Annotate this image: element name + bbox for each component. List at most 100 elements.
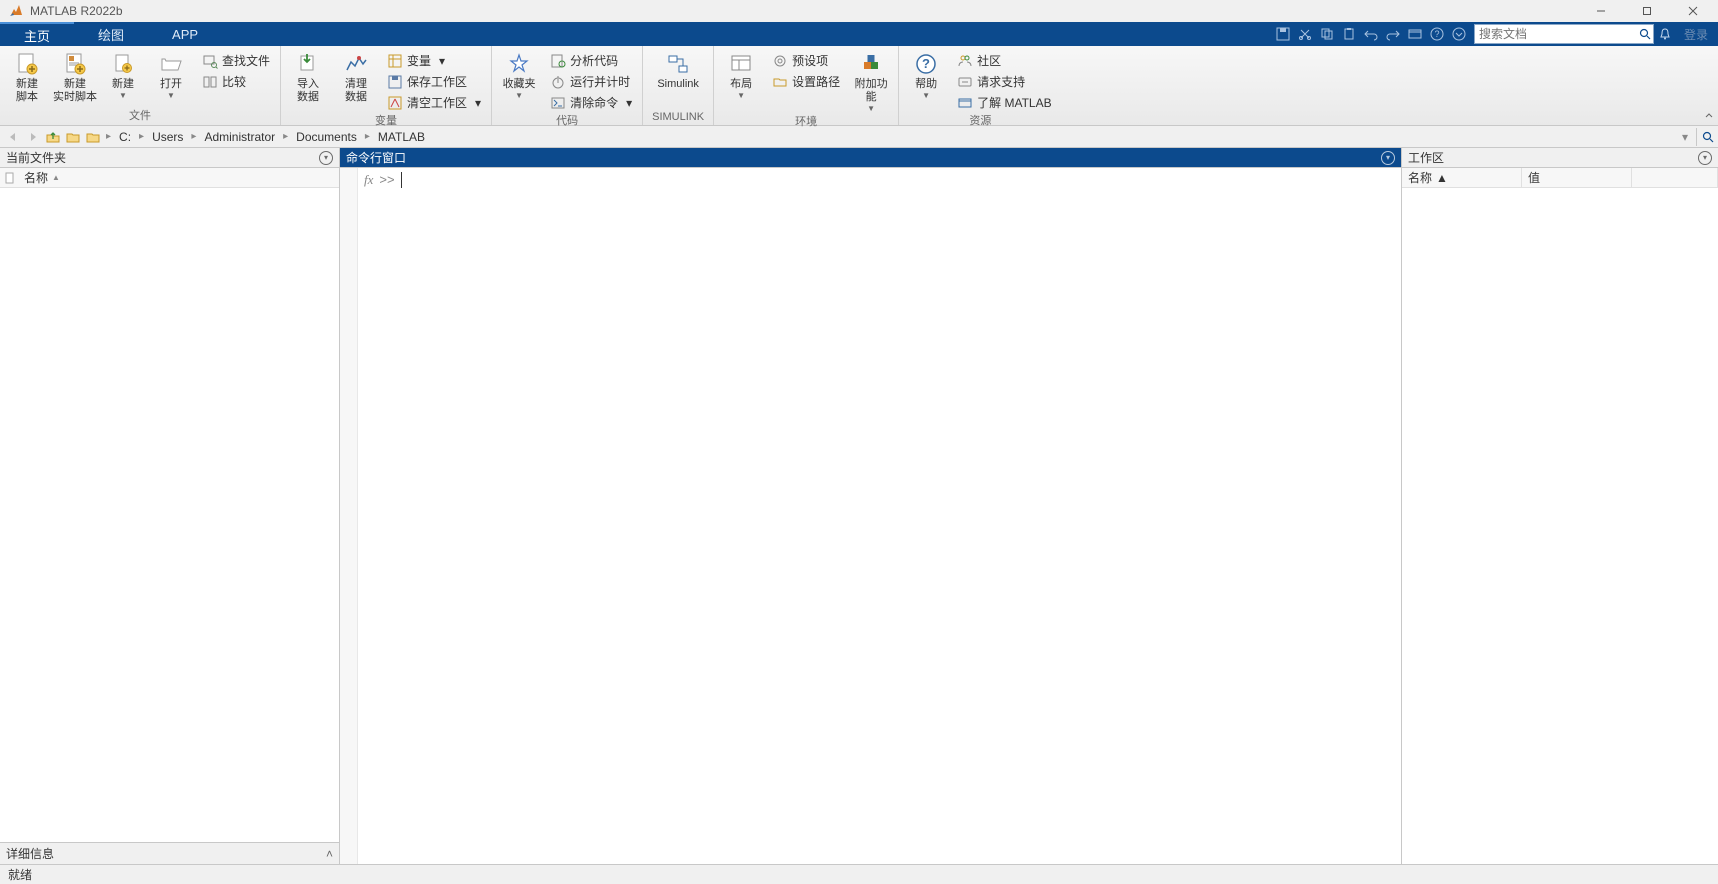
run-and-time-button[interactable]: 运行并计时 [546, 72, 636, 91]
doc-search[interactable] [1474, 24, 1654, 44]
current-folder-panel: 当前文件夹 ▾ 名称▲ 详细信息 ˄ [0, 148, 340, 864]
clear-commands-icon [550, 95, 566, 111]
save-workspace-button[interactable]: 保存工作区 [383, 72, 485, 91]
help-icon[interactable]: ? [1426, 23, 1448, 45]
doc-search-input[interactable] [1475, 27, 1638, 41]
main-area: 当前文件夹 ▾ 名称▲ 详细信息 ˄ 命令行窗口 ▾ fx >> [0, 148, 1718, 864]
path-search-button[interactable] [1696, 128, 1714, 146]
path-dropdown-button[interactable]: ▾ [1676, 128, 1694, 146]
breadcrumb-seg-1[interactable]: Administrator [200, 130, 279, 144]
title-bar: MATLAB R2022b [0, 0, 1718, 22]
open-folder-icon [159, 52, 183, 76]
workspace-header[interactable]: 工作区 ▾ [1402, 148, 1718, 168]
up-folder-button[interactable] [44, 128, 62, 146]
switch-window-icon[interactable] [1404, 23, 1426, 45]
find-files-button[interactable]: 查找文件 [198, 51, 274, 70]
chevron-down-icon: ▼ [867, 104, 875, 113]
chevron-right-icon[interactable]: ▸ [104, 131, 113, 142]
minimize-button[interactable] [1578, 0, 1624, 22]
breadcrumb-seg-0[interactable]: Users [148, 130, 187, 144]
panel-menu-button[interactable]: ▾ [1698, 151, 1712, 165]
compare-button[interactable]: 比较 [198, 72, 274, 91]
layout-icon [729, 52, 753, 76]
layout-button[interactable]: 布局 ▼ [720, 48, 762, 100]
simulink-label: Simulink [657, 78, 699, 91]
current-folder-title: 当前文件夹 [6, 149, 66, 166]
set-path-button[interactable]: 设置路径 [768, 72, 844, 91]
chevron-down-icon: ▾ [475, 96, 481, 110]
command-prompt: >> [379, 172, 394, 860]
details-title: 详细信息 [6, 845, 54, 862]
analyze-code-button[interactable]: 分析代码 [546, 51, 636, 70]
breadcrumb-seg-2[interactable]: Documents [292, 130, 361, 144]
back-button[interactable] [4, 128, 22, 146]
clean-data-button[interactable]: 清理 数据 [335, 48, 377, 104]
tab-home[interactable]: 主页 [0, 22, 74, 46]
command-window-header[interactable]: 命令行窗口 ▾ [340, 148, 1401, 168]
breadcrumb-drive[interactable]: C: [115, 130, 135, 144]
notification-bell-icon[interactable] [1654, 23, 1676, 45]
fx-button[interactable]: fx [364, 172, 373, 860]
details-header[interactable]: 详细信息 ˄ [0, 842, 339, 864]
browse-folder-button[interactable] [64, 128, 82, 146]
new-script-button[interactable]: 新建 脚本 [6, 48, 48, 104]
close-button[interactable] [1670, 0, 1716, 22]
tab-plot[interactable]: 绘图 [74, 22, 148, 46]
panel-menu-button[interactable]: ▾ [1381, 151, 1395, 165]
maximize-button[interactable] [1624, 0, 1670, 22]
command-gutter [340, 168, 358, 864]
collapse-ribbon-button[interactable] [1702, 109, 1716, 123]
chevron-down-icon: ▼ [119, 91, 127, 100]
paste-icon[interactable] [1338, 23, 1360, 45]
addons-button[interactable]: 附加功能 ▼ [850, 48, 892, 113]
variable-menu-button[interactable]: 变量▾ [383, 51, 485, 70]
chevron-right-icon[interactable]: ▸ [137, 131, 146, 142]
chevron-up-icon[interactable]: ˄ [326, 847, 333, 861]
current-folder-header[interactable]: 当前文件夹 ▾ [0, 148, 339, 168]
command-window-body[interactable]: fx >> [358, 168, 1401, 864]
search-icon[interactable] [1638, 28, 1653, 40]
help-button[interactable]: ? 帮助 ▼ [905, 48, 947, 100]
new-button[interactable]: 新建 ▼ [102, 48, 144, 100]
copy-icon[interactable] [1316, 23, 1338, 45]
chevron-right-icon[interactable]: ▸ [363, 131, 372, 142]
request-support-button[interactable]: 请求支持 [953, 72, 1055, 91]
current-folder-body[interactable] [0, 188, 339, 842]
undo-icon[interactable] [1360, 23, 1382, 45]
new-live-script-button[interactable]: 新建 实时脚本 [54, 48, 96, 104]
column-value[interactable]: 值 [1522, 168, 1632, 187]
qat-dropdown-icon[interactable] [1448, 23, 1470, 45]
preferences-button[interactable]: 预设项 [768, 51, 844, 70]
new-script-label: 新建 脚本 [16, 78, 38, 104]
group-title-simulink: SIMULINK [649, 111, 707, 125]
matlab-logo-icon [8, 3, 24, 19]
layout-label: 布局 [730, 78, 752, 91]
login-label[interactable]: 登录 [1676, 26, 1716, 43]
cut-icon[interactable] [1294, 23, 1316, 45]
open-button[interactable]: 打开 ▼ [150, 48, 192, 100]
simulink-button[interactable]: Simulink [649, 48, 707, 91]
redo-icon[interactable] [1382, 23, 1404, 45]
column-name[interactable]: 名称▲ [1402, 168, 1522, 187]
chevron-right-icon[interactable]: ▸ [281, 131, 290, 142]
favorites-button[interactable]: 收藏夹 ▼ [498, 48, 540, 100]
import-data-button[interactable]: 导入 数据 [287, 48, 329, 104]
svg-text:?: ? [922, 56, 930, 71]
tab-app[interactable]: APP [148, 22, 222, 46]
community-button[interactable]: 社区 [953, 51, 1055, 70]
forward-button[interactable] [24, 128, 42, 146]
new-live-script-label: 新建 实时脚本 [53, 78, 97, 104]
breadcrumb-seg-3[interactable]: MATLAB [374, 130, 429, 144]
workspace-body[interactable] [1402, 188, 1718, 864]
sort-asc-icon: ▲ [52, 173, 60, 182]
chevron-right-icon[interactable]: ▸ [189, 131, 198, 142]
drive-icon[interactable] [84, 128, 102, 146]
column-name[interactable]: 名称▲ [20, 169, 64, 186]
panel-menu-button[interactable]: ▾ [319, 151, 333, 165]
clear-workspace-button[interactable]: 清空工作区▾ [383, 93, 485, 112]
save-workspace-icon [387, 74, 403, 90]
save-icon[interactable] [1272, 23, 1294, 45]
clear-commands-button[interactable]: 清除命令▾ [546, 93, 636, 112]
learn-matlab-button[interactable]: 了解 MATLAB [953, 93, 1055, 112]
learn-icon [957, 95, 973, 111]
